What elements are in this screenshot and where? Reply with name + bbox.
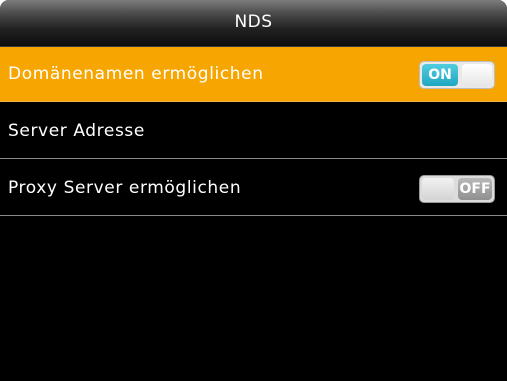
toggle-state-label: ON [428, 67, 452, 83]
setting-row-server-address[interactable]: Server Adresse [0, 104, 507, 159]
setting-label: Domänenamen ermöglichen [8, 64, 264, 84]
setting-row-domain-name[interactable]: Domänenamen ermöglichen ON [0, 47, 507, 102]
proxy-server-toggle[interactable]: OFF [419, 175, 495, 203]
title-bar: NDS [0, 0, 507, 47]
setting-row-proxy-server[interactable]: Proxy Server ermöglichen OFF [0, 161, 507, 216]
toggle-on-indicator: ON [422, 64, 458, 86]
domain-name-toggle[interactable]: ON [419, 61, 495, 89]
setting-label: Server Adresse [8, 121, 145, 141]
setting-label: Proxy Server ermöglichen [8, 178, 242, 198]
toggle-knob [462, 64, 492, 86]
toggle-off-indicator: OFF [458, 178, 492, 200]
page-title: NDS [234, 12, 273, 32]
screen: NDS Domänenamen ermöglichen ON Server Ad… [0, 0, 507, 381]
toggle-knob [422, 178, 454, 200]
toggle-state-label: OFF [459, 181, 491, 197]
